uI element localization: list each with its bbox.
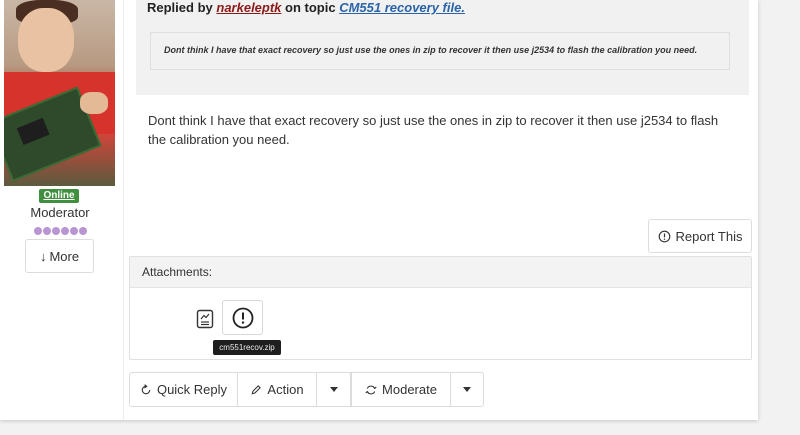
status-badge[interactable]: Online: [39, 189, 79, 203]
rank-dot: [52, 227, 60, 235]
exclamation-circle-icon: [232, 307, 253, 328]
attachment-info-button[interactable]: [222, 300, 263, 335]
moderate-button[interactable]: Moderate: [351, 372, 451, 407]
rank-dot: [43, 227, 51, 235]
report-button[interactable]: Report This: [648, 219, 752, 253]
rank-dot: [34, 227, 42, 235]
avatar[interactable]: [4, 0, 115, 186]
rank-dots: [34, 227, 87, 235]
rank-dot: [70, 227, 78, 235]
post-action-bar: Quick Reply Action Moderate: [129, 372, 484, 407]
replied-middle: on topic: [285, 0, 336, 15]
rank-dot: [61, 227, 69, 235]
quick-reply-label: Quick Reply: [156, 382, 228, 397]
document-chart-icon[interactable]: [196, 309, 214, 329]
moderate-label: Moderate: [382, 382, 437, 397]
alert-circle-icon: [658, 230, 670, 242]
quick-reply-button[interactable]: Quick Reply: [129, 372, 238, 407]
more-label: More: [49, 248, 80, 264]
quote-text: Dont think I have that exact recovery so…: [150, 32, 730, 70]
rank-dot: [79, 227, 87, 235]
action-label: Action: [267, 382, 304, 397]
arrow-down-icon: ↓: [39, 248, 47, 264]
replied-by-line: Replied by narkeleptk on topic CM551 rec…: [147, 0, 465, 15]
report-label: Report This: [675, 228, 743, 244]
post-body: Dont think I have that exact recovery so…: [148, 113, 719, 147]
replied-prefix: Replied by: [147, 0, 213, 15]
quote-block: Replied by narkeleptk on topic CM551 rec…: [136, 0, 749, 95]
user-role: Moderator: [30, 205, 90, 220]
attachments-panel: Attachments: cm551recov.zip: [129, 256, 752, 360]
moderate-dropdown-button[interactable]: [450, 372, 484, 407]
attachments-header: Attachments:: [130, 257, 751, 288]
action-button[interactable]: Action: [237, 372, 317, 407]
caret-down-icon: [463, 387, 471, 392]
caret-down-icon: [329, 387, 338, 392]
more-button[interactable]: ↓ More: [25, 239, 94, 273]
quoted-username-link[interactable]: narkeleptk: [216, 0, 281, 15]
attachment-tooltip: cm551recov.zip: [213, 340, 281, 355]
user-profile-column: Online Moderator ↓ More: [0, 0, 124, 420]
topic-link[interactable]: CM551 recovery file.: [339, 0, 465, 15]
action-dropdown-button[interactable]: [316, 372, 351, 407]
reply-icon: [141, 383, 151, 394]
pencil-icon: [251, 384, 262, 395]
refresh-icon: [365, 385, 377, 394]
